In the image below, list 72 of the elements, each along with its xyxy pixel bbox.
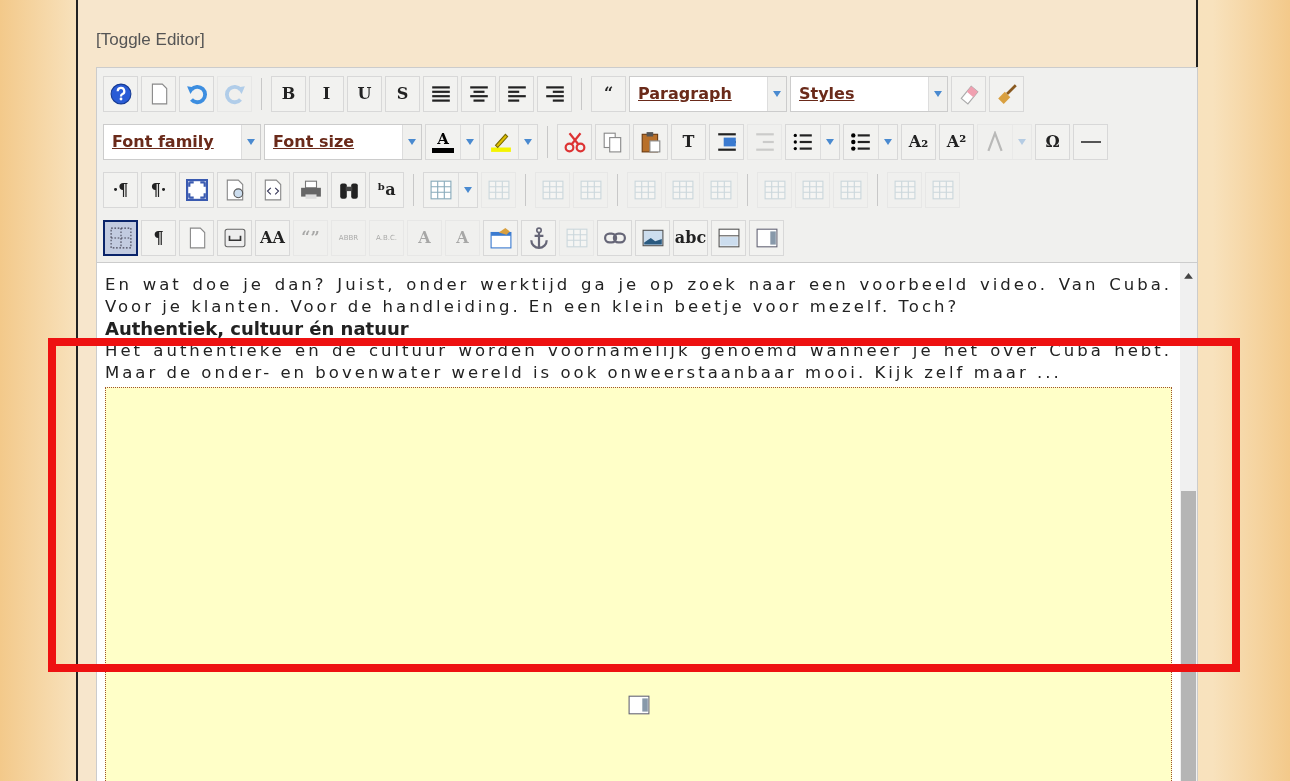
caret-icon [1017,137,1027,146]
table-icon [671,178,694,201]
split-button[interactable]: A [425,123,480,160]
scrollbar[interactable] [1180,263,1197,781]
caret-icon [772,89,782,98]
indent-icon [715,130,738,153]
toolbar-button[interactable]: “ [591,75,626,112]
toolbar-button[interactable]: abc [673,219,708,256]
toolbar-button[interactable]: ᵇa [369,171,404,208]
clipboard-icon [639,130,662,153]
bullet-list-icon [850,130,872,153]
caret-icon [933,89,943,98]
heading: Authentiek, cultuur én natuur [105,318,410,340]
caret-icon [883,137,893,146]
caret-icon [465,137,475,146]
toolbar-button[interactable]: B [271,75,306,112]
scroll-up-icon[interactable] [1184,273,1193,279]
split-button[interactable] [843,123,898,160]
toolbar-button[interactable]: U [347,75,382,112]
outdent-icon [753,130,776,153]
table-icon [893,178,916,201]
dropdown[interactable]: Font family [103,123,261,160]
table-icon [709,178,732,201]
toolbar-button[interactable]: ¶ [141,219,176,256]
table-icon [931,178,954,201]
toggle-editor-link[interactable]: [Toggle Editor] [96,30,205,50]
caret-icon [407,137,417,146]
split-button[interactable] [785,123,840,160]
grid-icon [109,226,132,249]
marker-icon [490,130,512,153]
caret-icon [523,137,533,146]
redo-icon [223,82,246,105]
page-break-icon [223,226,246,249]
toolbar-button[interactable]: A² [939,123,974,160]
paragraph: En wat doe je dan? Juist, onder werktijd ga je op zoek naar een voorbeeld video. Van Cuba. Voor je klanten. Voor de handleiding. En een klein beetje voor mezelf. Toch? [105,274,1172,318]
toolbar-button[interactable]: A₂ [901,123,936,160]
table-icon [801,178,824,201]
layer-icon [717,226,740,249]
broom-icon [995,82,1018,105]
caret-icon [463,185,473,194]
printer-icon [299,178,322,201]
caret-icon [246,137,256,146]
table-icon [565,226,588,249]
table-icon [487,178,510,201]
toolbar-button[interactable]: ¶· [141,171,176,208]
toolbar-button[interactable]: S [385,75,420,112]
help-icon [109,82,132,105]
table-icon [839,178,862,201]
toolbar-button[interactable]: Ω [1035,123,1070,160]
anchor-icon [527,226,550,249]
dropdown[interactable]: Font size [264,123,422,160]
copy-icon [601,130,624,153]
media-icon [627,694,650,716]
undo-icon [185,82,208,105]
table-icon [541,178,564,201]
media-icon [755,226,778,249]
dropdown[interactable]: Paragraph [629,75,787,112]
toolbar-button[interactable]: AA [255,219,290,256]
table-icon [633,178,656,201]
table-icon [430,178,452,201]
toolbar-button[interactable]: ·¶ [103,171,138,208]
dropdown[interactable]: Styles [790,75,948,112]
horizontal-rule-icon [1079,140,1102,143]
scissors-icon [563,130,586,153]
caret-icon [825,137,835,146]
table-icon [579,178,602,201]
toolbar-button[interactable]: T [671,123,706,160]
table-icon [763,178,786,201]
toolbar-button[interactable]: I [309,75,344,112]
card-icon [489,226,512,249]
toolbar-button[interactable] [103,219,138,256]
fullscreen-icon [185,178,208,201]
